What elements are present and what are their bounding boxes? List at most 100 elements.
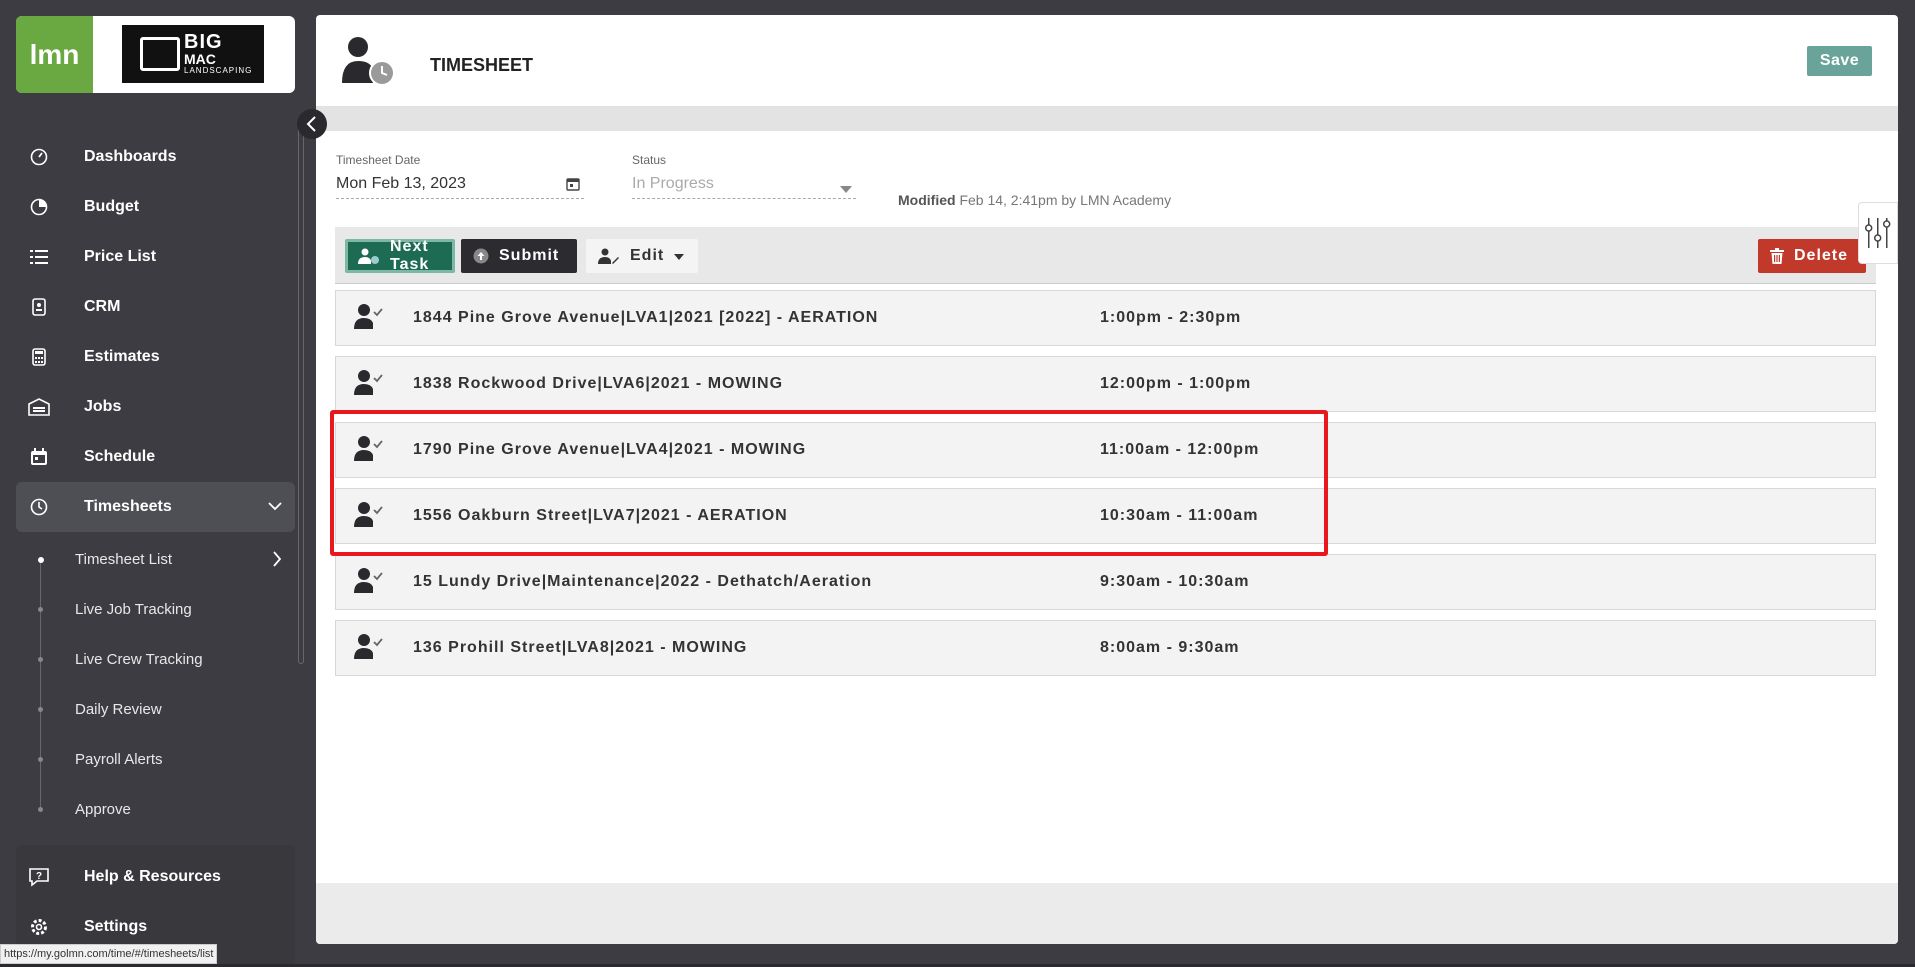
timesheet-date-input[interactable]: Mon Feb 13, 2023 <box>336 175 584 199</box>
task-name: 1838 Rockwood Drive|LVA6|2021 - MOWING <box>413 375 784 392</box>
nav-label: Help & Resources <box>84 868 221 885</box>
nav-label: Timesheets <box>84 498 172 515</box>
svg-text:?: ? <box>36 871 42 882</box>
task-time: 9:30am - 10:30am <box>1100 573 1250 590</box>
company-logos[interactable]: lmn BIG MAC LANDSCAPING <box>16 16 295 93</box>
sub-item-approve[interactable]: Approve <box>16 784 295 834</box>
task-row[interactable]: 136 Prohill Street|LVA8|2021 - MOWING 8:… <box>335 620 1876 676</box>
status-value: In Progress <box>632 175 714 192</box>
nav-label: CRM <box>84 298 121 315</box>
timesheet-date-label: Timesheet Date <box>336 153 421 167</box>
user-edit-icon <box>598 248 620 264</box>
nav-label: Dashboards <box>84 148 177 165</box>
timesheets-submenu: Timesheet List Live Job Tracking Live Cr… <box>16 534 295 834</box>
gauge-icon <box>28 146 50 168</box>
collapse-sidebar-button[interactable] <box>297 109 327 139</box>
task-row[interactable]: 1556 Oakburn Street|LVA7|2021 - AERATION… <box>335 488 1876 544</box>
nav-item-help-resources[interactable]: ? Help & Resources <box>16 852 295 902</box>
page-header: TIMESHEET Save <box>316 15 1898 107</box>
sub-item-label: Live Crew Tracking <box>75 650 203 668</box>
modified-value: Feb 14, 2:41pm by LMN Academy <box>959 192 1172 208</box>
sub-item-label: Approve <box>75 800 131 818</box>
calculator-icon <box>28 346 50 368</box>
bullet-icon <box>38 757 43 762</box>
task-name: 15 Lundy Drive|Maintenance|2022 - Dethat… <box>413 573 873 590</box>
bullet-icon <box>38 657 43 662</box>
timesheet-date-field: Timesheet Date Mon Feb 13, 2023 <box>336 153 584 199</box>
chevron-down-icon <box>267 496 283 521</box>
calendar-icon[interactable] <box>566 177 580 196</box>
contact-card-icon <box>28 296 50 318</box>
task-name: 1556 Oakburn Street|LVA7|2021 - AERATION <box>413 507 788 524</box>
gear-icon <box>28 916 50 938</box>
sub-item-daily-review[interactable]: Daily Review <box>16 684 295 734</box>
task-row[interactable]: 15 Lundy Drive|Maintenance|2022 - Dethat… <box>335 554 1876 610</box>
status-select[interactable]: In Progress <box>632 175 856 199</box>
panel-footer <box>316 883 1898 944</box>
add-user-icon <box>358 248 380 264</box>
chevron-right-icon <box>271 550 283 572</box>
sidebar: lmn BIG MAC LANDSCAPING Dashboards Budge… <box>0 0 327 967</box>
delete-button[interactable]: Delete <box>1758 239 1866 273</box>
big-mac-logo-mark <box>140 37 180 71</box>
task-row[interactable]: 1790 Pine Grove Avenue|LVA4|2021 - MOWIN… <box>335 422 1876 478</box>
nav-item-dashboards[interactable]: Dashboards <box>16 132 295 182</box>
bullet-icon <box>38 557 44 563</box>
nav-item-estimates[interactable]: Estimates <box>16 332 295 382</box>
task-time: 8:00am - 9:30am <box>1100 639 1240 656</box>
help-icon: ? <box>28 866 50 888</box>
submit-button[interactable]: Submit <box>461 239 577 273</box>
logo-text-big: BIG <box>184 31 223 53</box>
sub-item-payroll-alerts[interactable]: Payroll Alerts <box>16 734 295 784</box>
timesheet-user-clock-icon <box>340 35 396 87</box>
timesheet-form: Timesheet Date Mon Feb 13, 2023 Status I… <box>316 131 1898 231</box>
submit-label: Submit <box>499 247 560 264</box>
sub-item-live-crew-tracking[interactable]: Live Crew Tracking <box>16 634 295 684</box>
next-task-label: Next Task <box>390 238 430 273</box>
list-icon <box>28 246 50 268</box>
nav-item-schedule[interactable]: Schedule <box>16 432 295 482</box>
main-nav: Dashboards Budget Price List CRM Estimat… <box>16 132 295 834</box>
task-row[interactable]: 1838 Rockwood Drive|LVA6|2021 - MOWING 1… <box>335 356 1876 412</box>
nav-item-crm[interactable]: CRM <box>16 282 295 332</box>
big-mac-logo: BIG MAC LANDSCAPING <box>122 25 264 83</box>
delete-label: Delete <box>1794 247 1849 264</box>
nav-item-timesheets[interactable]: Timesheets <box>16 482 295 532</box>
nav-item-budget[interactable]: Budget <box>16 182 295 232</box>
chevron-left-icon <box>306 116 316 132</box>
user-check-icon <box>354 303 384 336</box>
bullet-icon <box>38 607 43 612</box>
lmn-logo: lmn <box>16 16 93 93</box>
edit-label: Edit <box>630 247 665 264</box>
sliders-icon <box>1865 218 1891 248</box>
page-title: TIMESHEET <box>430 55 534 75</box>
filter-sliders-button[interactable] <box>1858 202 1898 264</box>
pie-chart-icon <box>28 196 50 218</box>
logo-text-mac: MAC <box>184 51 216 67</box>
nav-item-price-list[interactable]: Price List <box>16 232 295 282</box>
sub-item-label: Live Job Tracking <box>75 600 192 618</box>
status-label: Status <box>632 153 667 167</box>
logo-text-landscaping: LANDSCAPING <box>184 66 253 75</box>
sidebar-scrollbar[interactable] <box>298 126 304 664</box>
task-time: 11:00am - 12:00pm <box>1100 441 1260 458</box>
caret-down-icon <box>674 247 685 265</box>
sub-item-label: Timesheet List <box>75 550 172 568</box>
task-row[interactable]: 1844 Pine Grove Avenue|LVA1|2021 [2022] … <box>335 290 1876 346</box>
header-divider-band <box>316 107 1898 131</box>
save-button[interactable]: Save <box>1807 46 1872 76</box>
next-task-button[interactable]: Next Task <box>345 238 455 273</box>
sub-item-live-job-tracking[interactable]: Live Job Tracking <box>16 584 295 634</box>
nav-label: Schedule <box>84 448 156 465</box>
bullet-icon <box>38 807 43 812</box>
nav-item-jobs[interactable]: Jobs <box>16 382 295 432</box>
modified-label: Modified <box>898 192 956 208</box>
sub-item-timesheet-list[interactable]: Timesheet List <box>16 534 295 584</box>
sub-item-label: Payroll Alerts <box>75 750 163 768</box>
nav-label: Estimates <box>84 348 160 365</box>
status-field: Status In Progress <box>632 153 856 199</box>
timesheet-panel: TIMESHEET Save Timesheet Date Mon Feb 13… <box>316 15 1898 944</box>
garage-icon <box>28 396 50 418</box>
edit-dropdown-button[interactable]: Edit <box>586 239 698 273</box>
nav-label: Price List <box>84 248 157 265</box>
